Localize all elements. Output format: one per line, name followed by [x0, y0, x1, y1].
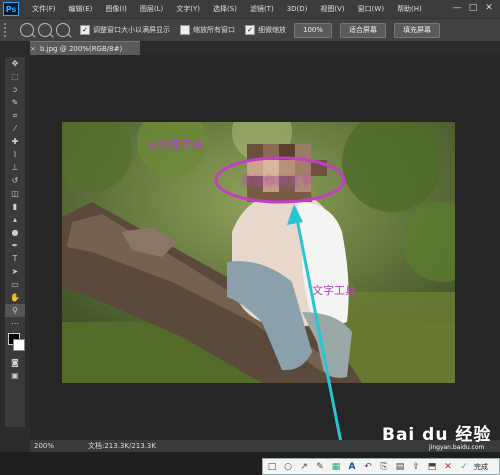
- arrow-annotation: [287, 204, 352, 475]
- done-button[interactable]: 完成: [474, 462, 488, 472]
- document-size: 文档:213.3K/213.3K: [88, 442, 156, 450]
- undo-icon[interactable]: ↶: [361, 460, 375, 473]
- arrow-head-icon: [287, 204, 303, 225]
- ellipse-icon[interactable]: ○: [281, 460, 295, 473]
- screenshot-toolbar: □ ○ ↗ ✎ ▦ A ↶ ⎘ ▤ ⇪ ⬒ ✕ ✓ 完成: [262, 458, 500, 475]
- copy-icon[interactable]: ⎘: [377, 460, 391, 473]
- pen-icon[interactable]: ✎: [313, 460, 327, 473]
- arrow-icon[interactable]: ↗: [297, 460, 311, 473]
- baidu-watermark: Bai du 经验 jingyan.baidu.com: [382, 420, 492, 451]
- cancel-icon[interactable]: ✕: [441, 460, 455, 473]
- mosaic-icon[interactable]: ▦: [329, 460, 343, 473]
- done-icon[interactable]: ✓: [457, 460, 471, 473]
- arrow-line: [294, 213, 347, 464]
- share-icon[interactable]: ⇪: [409, 460, 423, 473]
- text-icon[interactable]: A: [345, 460, 359, 473]
- rect-icon[interactable]: □: [265, 460, 279, 473]
- watermark-sub: jingyan.baidu.com: [429, 444, 485, 451]
- save-icon[interactable]: ▤: [393, 460, 407, 473]
- pin-icon[interactable]: ⬒: [425, 460, 439, 473]
- watermark-main: Bai du 经验: [382, 425, 492, 445]
- zoom-level[interactable]: 200%: [34, 440, 54, 452]
